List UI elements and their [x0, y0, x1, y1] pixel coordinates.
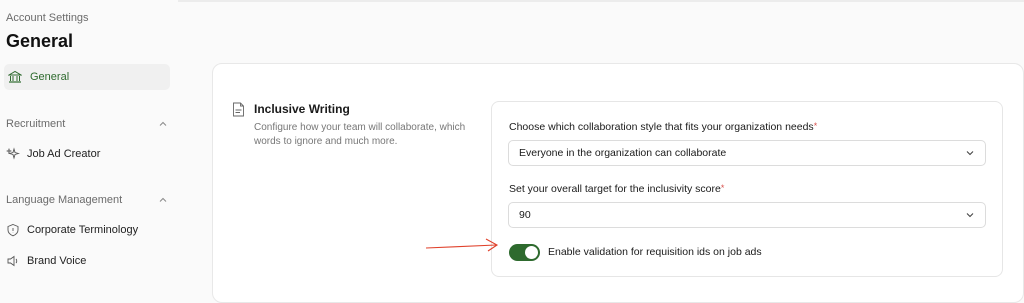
- sidebar-item-job-ad-creator[interactable]: Job Ad Creator: [6, 147, 100, 161]
- sparkle-icon: [6, 147, 20, 160]
- collaboration-field-label: Choose which collaboration style that fi…: [509, 121, 817, 133]
- toggle-knob: [525, 246, 538, 259]
- breadcrumb: Account Settings: [6, 12, 89, 24]
- shield-icon: [7, 224, 19, 237]
- required-marker: *: [720, 183, 725, 193]
- annotation-arrow: [425, 238, 499, 252]
- chevron-up-icon: [159, 121, 167, 126]
- bank-icon: [8, 70, 22, 83]
- collaboration-label-text: Choose which collaboration style that fi…: [509, 121, 814, 133]
- sidebar-item-general[interactable]: General: [4, 64, 170, 90]
- page-title: General: [6, 31, 74, 51]
- toggle-label: Enable validation for requisition ids on…: [548, 246, 762, 258]
- required-marker: *: [813, 121, 818, 131]
- sidebar-item-brand-voice[interactable]: Brand Voice: [6, 254, 86, 268]
- collaboration-select-value: Everyone in the organization can collabo…: [519, 147, 727, 159]
- section-recruitment[interactable]: Recruitment: [6, 118, 168, 130]
- sidebar-item-label: Job Ad Creator: [27, 148, 101, 160]
- target-select-value: 90: [519, 209, 531, 221]
- section-language-management[interactable]: Language Management: [6, 194, 168, 206]
- target-select[interactable]: 90: [508, 202, 986, 228]
- sidebar: Account Settings General General Recruit…: [0, 0, 178, 297]
- section-label: Language Management: [6, 194, 123, 206]
- sidebar-item-label: Brand Voice: [27, 255, 87, 267]
- section-title: Inclusive Writing: [254, 102, 350, 116]
- collaboration-select[interactable]: Everyone in the organization can collabo…: [508, 140, 986, 166]
- chevron-up-icon: [159, 197, 167, 202]
- section-description: Configure how your team will collaborate…: [254, 122, 466, 147]
- document-icon: [233, 102, 244, 117]
- chevron-down-icon: [966, 213, 974, 218]
- sidebar-item-corporate-terminology[interactable]: Corporate Terminology: [6, 223, 138, 237]
- sidebar-item-label: General: [30, 71, 70, 83]
- top-divider: [178, 0, 1024, 2]
- speaker-icon: [7, 255, 18, 267]
- section-label: Recruitment: [6, 118, 66, 130]
- sidebar-item-label: Corporate Terminology: [27, 224, 139, 236]
- requisition-validation-toggle[interactable]: [509, 244, 540, 261]
- target-field-label: Set your overall target for the inclusiv…: [509, 183, 724, 195]
- target-label-text: Set your overall target for the inclusiv…: [509, 183, 721, 195]
- chevron-down-icon: [966, 151, 974, 156]
